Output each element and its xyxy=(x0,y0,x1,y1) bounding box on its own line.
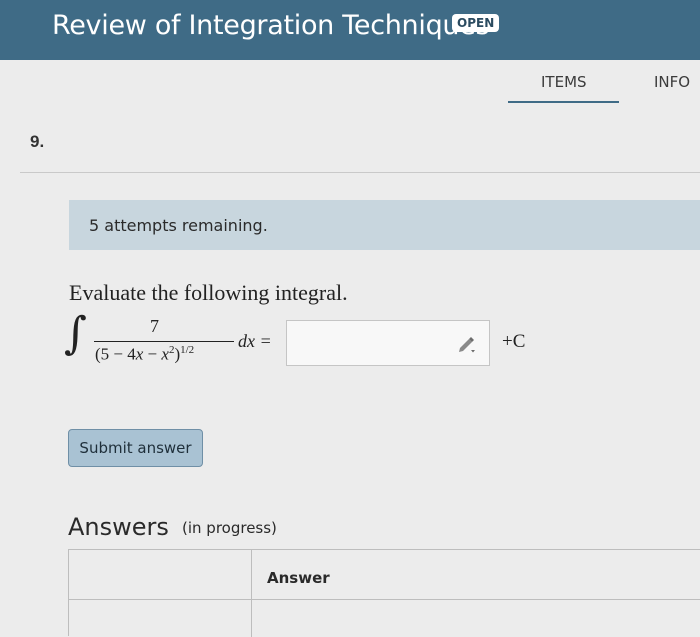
answer-input[interactable] xyxy=(286,320,490,366)
attempts-text: 5 attempts remaining. xyxy=(89,216,268,235)
fraction-denominator: (5 − 4x − x2)1/2 xyxy=(95,344,194,365)
answers-subheading: (in progress) xyxy=(182,519,277,537)
divider xyxy=(20,172,700,173)
page-header: Review of Integration Techniques OPEN xyxy=(0,0,700,60)
fraction-bar xyxy=(94,341,234,342)
answers-table: Answer xyxy=(68,549,700,637)
den-x2: x xyxy=(161,344,169,364)
den-minus: − xyxy=(143,344,162,364)
constant-of-integration: +C xyxy=(502,331,526,352)
attempts-banner: 5 attempts remaining. xyxy=(69,200,700,250)
fraction-numerator: 7 xyxy=(150,316,159,336)
answer-column-header: Answer xyxy=(267,569,330,587)
page-title: Review of Integration Techniques xyxy=(52,10,490,41)
den-open: (5 − 4 xyxy=(95,344,136,364)
tab-info[interactable]: INFO xyxy=(654,73,690,91)
table-column-divider xyxy=(251,550,252,637)
differential: dx = xyxy=(238,331,272,351)
pencil-icon[interactable] xyxy=(457,335,477,353)
question-number: 9. xyxy=(30,132,45,151)
submit-answer-button[interactable]: Submit answer xyxy=(68,429,203,467)
integral-sign: ∫ xyxy=(64,308,87,359)
tab-items[interactable]: ITEMS xyxy=(541,73,587,91)
question-prompt: Evaluate the following integral. xyxy=(69,280,348,305)
status-badge: OPEN xyxy=(452,14,500,32)
answers-heading: Answers xyxy=(68,513,169,541)
table-row-divider xyxy=(69,599,700,600)
den-exponent: 1/2 xyxy=(180,344,195,356)
active-tab-indicator xyxy=(508,101,619,103)
